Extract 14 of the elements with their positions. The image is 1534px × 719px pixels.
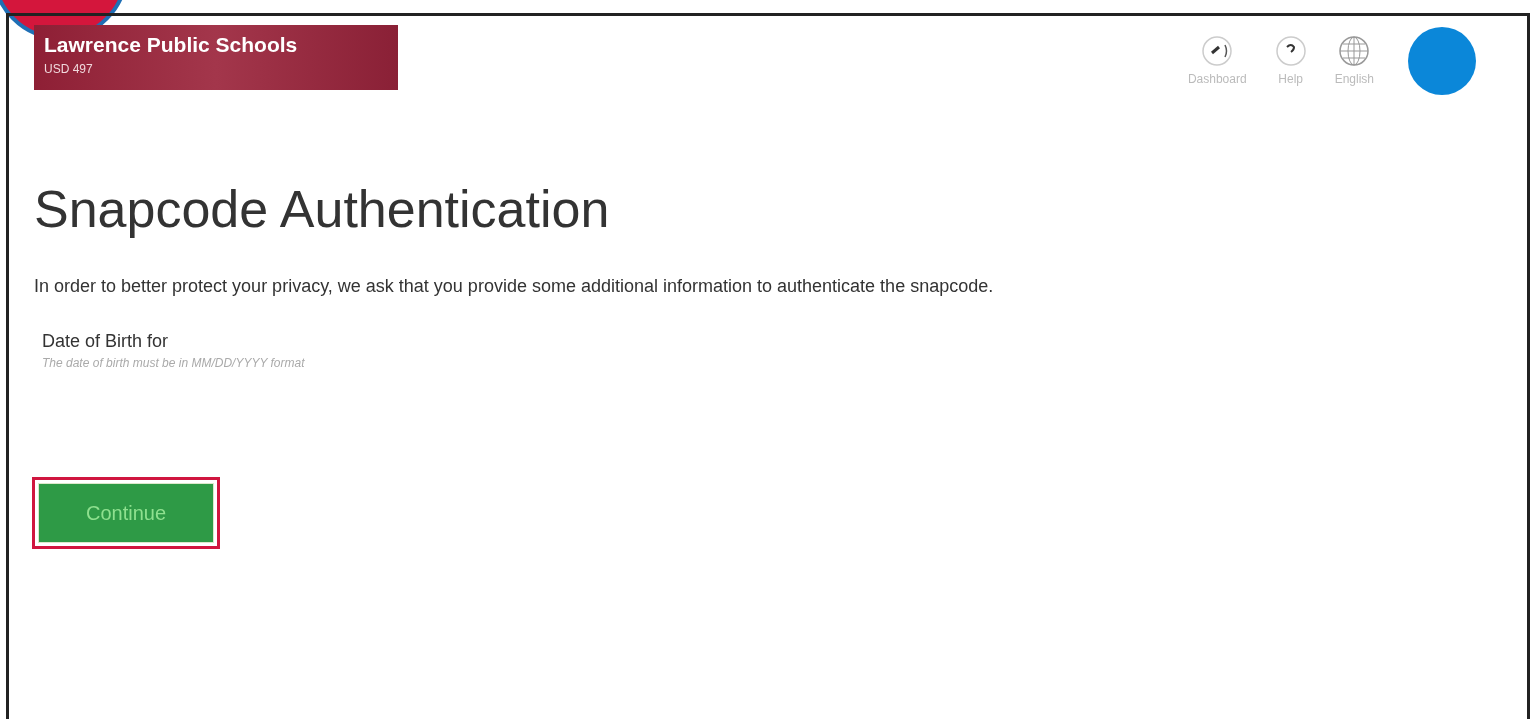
district-code: USD 497 bbox=[44, 61, 93, 78]
globe-icon bbox=[1338, 35, 1371, 67]
dashboard-icon bbox=[1201, 35, 1234, 67]
help-icon bbox=[1274, 35, 1307, 67]
page-title: Snapcode Authentication bbox=[34, 179, 610, 239]
field-hint: The date of birth must be in MM/DD/YYYY format bbox=[42, 355, 305, 372]
language-link[interactable]: English bbox=[1334, 35, 1374, 87]
intro-text: In order to better protect your privacy, we ask that you provide some additional information to authenticate the snapcode. bbox=[34, 275, 995, 298]
dashboard-link[interactable]: Dashboard bbox=[1187, 35, 1247, 87]
district-name: Lawrence Public Schools bbox=[44, 32, 298, 58]
field-label: Date of Birth for bbox=[42, 330, 169, 353]
district-logo[interactable]: Lawrence Public Schools USD 497 bbox=[34, 25, 398, 90]
continue-button[interactable]: Continue bbox=[38, 483, 214, 543]
help-link[interactable]: Help bbox=[1274, 35, 1307, 87]
